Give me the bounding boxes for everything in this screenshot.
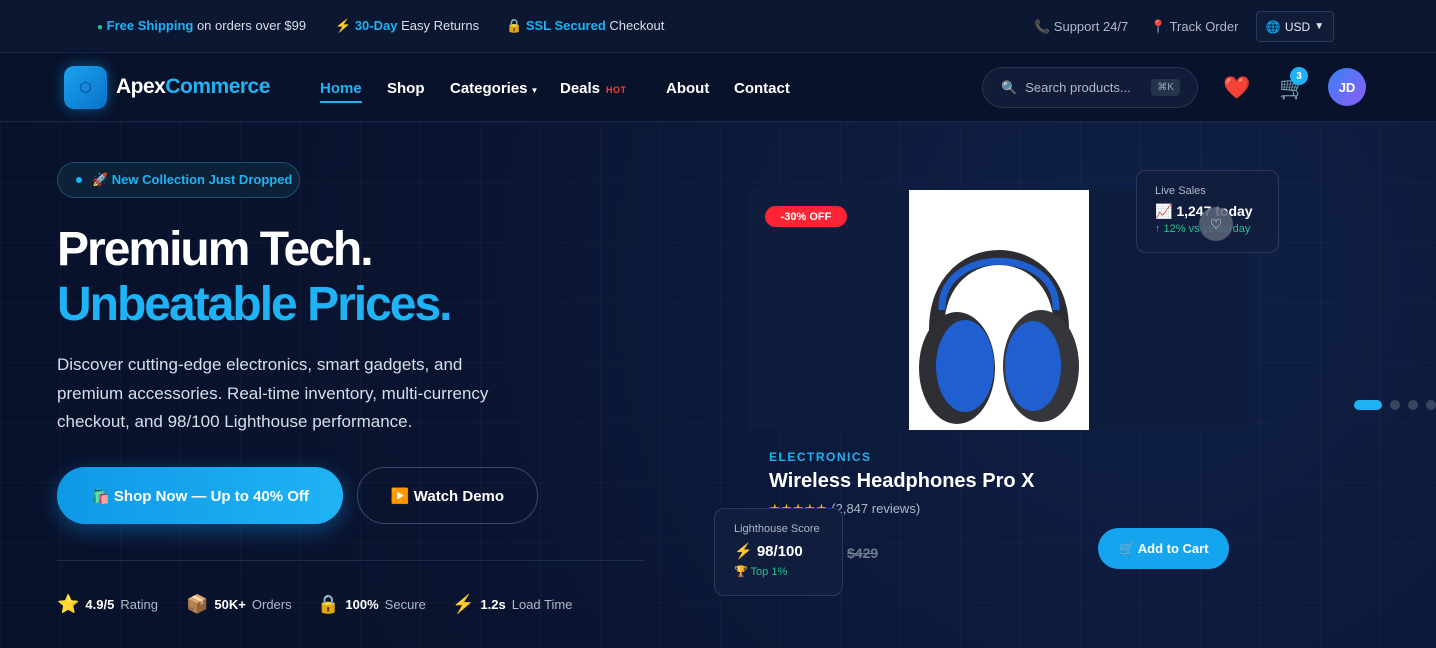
ssl-notice: 🔒 SSL Secured Checkout [506, 18, 665, 33]
globe-icon: 🌐 [1265, 19, 1281, 34]
chevron-down-icon: ▼ [530, 86, 539, 95]
hero-title-line-1: Premium Tech. [57, 223, 374, 276]
logo[interactable]: ApexCommerce [116, 75, 270, 99]
stat-secure: 🔒 100% Secure [317, 594, 426, 614]
pulse-dot [76, 177, 82, 183]
search-bar[interactable]: 🔍 ⌘K [982, 67, 1198, 108]
support-link[interactable]: 📞 Support 24/7 [1034, 19, 1128, 35]
keyboard-shortcut: ⌘K [1151, 79, 1180, 96]
carousel-dot-active[interactable] [1354, 400, 1382, 410]
chevron-down-icon: ▼ [1314, 21, 1325, 32]
lightning-icon: ⚡ [452, 594, 475, 614]
product-category: ELECTRONICS [769, 450, 872, 464]
wishlist-heart-icon[interactable]: ❤️ [1223, 75, 1250, 101]
nav-home[interactable]: Home [320, 80, 362, 103]
lightning-icon: ⚡ [335, 18, 352, 33]
headphones-image [919, 250, 1079, 424]
nav-shop[interactable]: Shop [387, 80, 425, 97]
lighthouse-score-card: Lighthouse Score ⚡ 98/100 🏆 Top 1% [714, 508, 843, 596]
package-icon: 📦 [186, 594, 209, 614]
discount-badge: -30% OFF [765, 206, 847, 227]
logo-icon[interactable]: ⬡ [64, 66, 107, 109]
hero-title-line-2: Unbeatable Prices. [57, 278, 453, 331]
track-order-link[interactable]: 📍 Track Order [1150, 19, 1238, 35]
star-icon: ⭐ [57, 594, 80, 614]
divider [57, 560, 644, 561]
search-icon: 🔍 [1001, 79, 1018, 95]
announcement-bar: ● Free Shipping on orders over $99 ⚡ 30-… [0, 0, 1436, 53]
carousel-dot[interactable] [1408, 400, 1418, 410]
add-to-wishlist-heart-icon[interactable]: ♡ [1199, 207, 1233, 241]
carousel-dot[interactable] [1426, 400, 1436, 410]
returns-notice: ⚡ 30-Day Easy Returns [335, 18, 480, 33]
carousel-pagination [1354, 400, 1436, 410]
add-to-cart-button[interactable]: 🛒 Add to Cart [1098, 528, 1229, 569]
product-name[interactable]: Wireless Headphones Pro X [769, 470, 1034, 493]
hero-description: Discover cutting-edge electronics, smart… [57, 355, 489, 431]
stat-rating: ⭐ 4.9/5 Rating [57, 594, 158, 614]
product-image[interactable] [909, 190, 1089, 430]
shop-now-button[interactable]: 🛍️ Shop Now — Up to 40% Off [57, 467, 343, 524]
lock-icon: 🔒 [506, 18, 523, 33]
main-navigation: ⬡ ApexCommerce Home Shop Categories ▼ Dea… [0, 53, 1436, 122]
search-input[interactable] [1025, 80, 1144, 95]
currency-selector[interactable]: 🌐 USD ▼ [1256, 11, 1334, 42]
nav-about[interactable]: About [666, 80, 709, 97]
carousel-dot[interactable] [1390, 400, 1400, 410]
lock-icon: 🔒 [317, 594, 340, 614]
user-avatar[interactable]: JD [1328, 68, 1366, 106]
free-shipping-notice: ● Free Shipping on orders over $99 [97, 18, 307, 33]
cart-count-badge: 3 [1290, 67, 1308, 85]
nav-categories[interactable]: Categories ▼ [450, 80, 538, 97]
nav-deals[interactable]: Deals HOT [560, 80, 627, 97]
original-price: $429 [847, 545, 879, 561]
stat-orders: 📦 50K+ Orders [186, 594, 292, 614]
hot-badge: HOT [606, 85, 627, 95]
nav-contact[interactable]: Contact [734, 80, 790, 97]
watch-demo-button[interactable]: ▶️ Watch Demo [357, 467, 538, 524]
stat-load-time: ⚡ 1.2s Load Time [452, 594, 573, 614]
new-collection-pill[interactable]: 🚀 New Collection Just Dropped [57, 162, 300, 198]
